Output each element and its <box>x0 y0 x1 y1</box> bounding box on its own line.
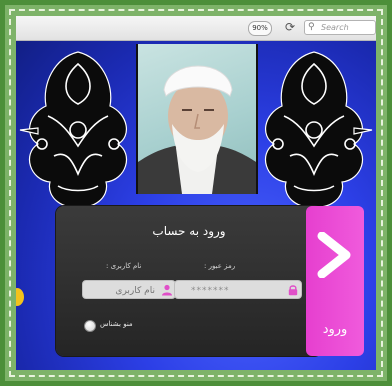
browser-toolbar: 90% ⟳ ⚲ Search <box>16 16 376 41</box>
chevron-right-icon <box>317 232 351 278</box>
search-icon: ⚲ <box>308 22 315 32</box>
portrait-photo <box>136 44 258 194</box>
search-placeholder: Search <box>321 23 349 32</box>
username-field[interactable] <box>82 280 176 299</box>
remember-me-label: منو بشناس <box>100 320 133 328</box>
search-box[interactable]: ⚲ Search <box>304 20 376 35</box>
user-icon <box>162 284 172 296</box>
portrait-illustration <box>138 65 256 194</box>
password-input[interactable] <box>189 282 273 299</box>
lock-icon <box>288 285 298 296</box>
remember-me-radio[interactable] <box>84 320 96 332</box>
username-label: : نام کاربری <box>106 262 142 270</box>
screenshot-area: 90% ⟳ ⚲ Search ورود به حساب: نام کاربری… <box>16 16 376 370</box>
login-button-label: ورود <box>322 322 348 337</box>
zoom-indicator[interactable]: 90% <box>248 21 272 36</box>
ornament-left <box>19 51 128 208</box>
password-field[interactable] <box>174 280 302 299</box>
reload-icon[interactable]: ⟳ <box>282 19 298 35</box>
remember-me[interactable]: منو بشناس <box>84 319 154 333</box>
login-panel: ورود به حساب : نام کاربری : رمز عبور منو… <box>56 206 322 356</box>
password-label: : رمز عبور <box>204 262 236 270</box>
login-title: ورود به حساب <box>152 224 226 238</box>
login-button[interactable]: ورود <box>306 206 364 356</box>
ornament-right <box>264 51 373 208</box>
username-input[interactable] <box>89 282 157 299</box>
decorative-blob <box>16 288 24 306</box>
